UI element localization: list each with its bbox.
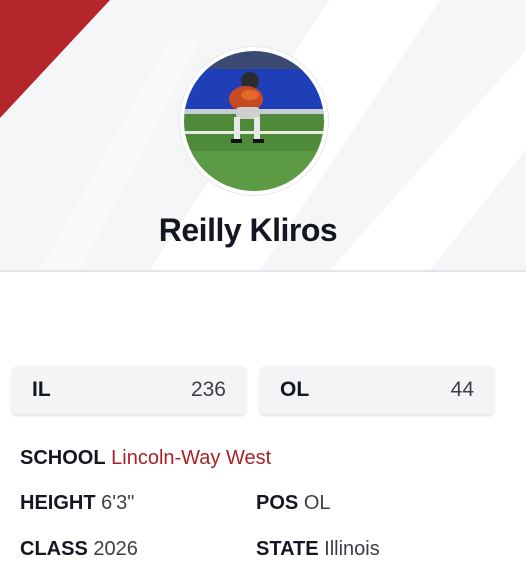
school-label: SCHOOL	[20, 447, 106, 469]
stat-label-ol: OL	[280, 378, 310, 401]
height-value: 6'3"	[101, 492, 135, 514]
avatar	[180, 47, 328, 195]
class-row: CLASS 2026	[20, 538, 138, 561]
state-value: Illinois	[324, 538, 380, 560]
state-label: STATE	[256, 538, 319, 560]
school-row: SCHOOL Lincoln-Way West	[20, 447, 271, 470]
school-link[interactable]: Lincoln-Way West	[111, 447, 271, 469]
profile-header: Reilly Kliros	[0, 0, 526, 272]
class-value: 2026	[93, 538, 138, 560]
state-row: STATE Illinois	[256, 538, 380, 561]
corner-accent	[0, 0, 110, 118]
player-name: Reilly Kliros	[158, 212, 338, 248]
position-row: POS OL	[256, 492, 331, 515]
height-label: HEIGHT	[20, 492, 96, 514]
stat-label-il: IL	[32, 378, 51, 401]
player-photo	[184, 51, 324, 191]
position-value: OL	[303, 492, 331, 514]
stat-card-ol: OL 44	[260, 366, 494, 414]
class-label: CLASS	[20, 538, 88, 560]
stat-value-ol: 44	[450, 378, 474, 401]
position-label: POS	[256, 492, 299, 514]
stat-card-il: IL 236	[12, 366, 246, 414]
stat-value-il: 236	[190, 378, 226, 401]
height-row: HEIGHT 6'3"	[20, 492, 134, 515]
